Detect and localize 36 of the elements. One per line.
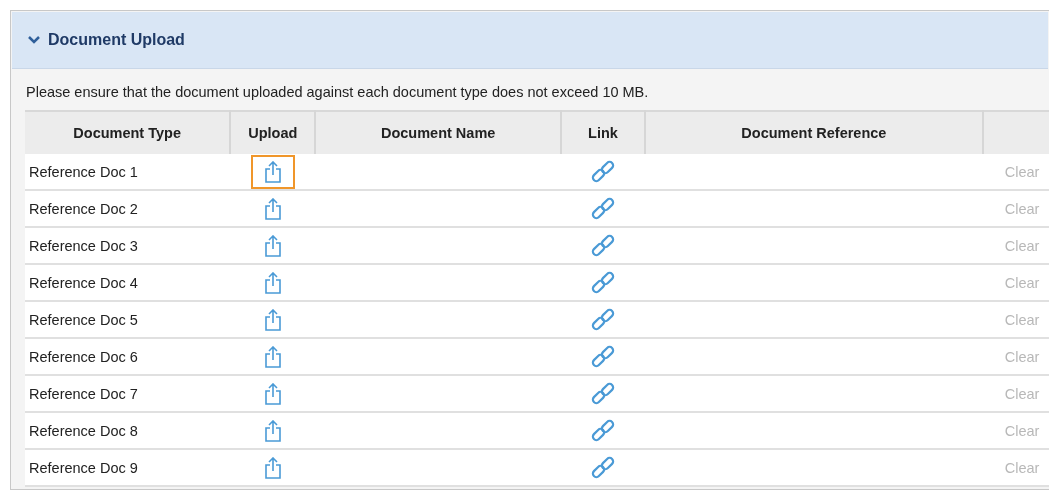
upload-icon	[263, 197, 282, 220]
table-cell: Reference Doc 5	[25, 301, 231, 338]
link-icon[interactable]	[590, 381, 616, 406]
upload-icon	[263, 160, 282, 183]
upload-icon	[263, 382, 282, 405]
link-icon[interactable]	[590, 233, 616, 258]
upload-icon	[263, 271, 282, 294]
table-cell: Reference Doc 2	[25, 190, 231, 227]
column-header: Link	[561, 111, 645, 154]
upload-icon	[263, 456, 282, 479]
upload-icon	[263, 419, 282, 442]
upload-icon	[263, 308, 282, 331]
column-header: Document Reference	[645, 111, 983, 154]
size-limit-note: Please ensure that the document uploaded against each document type does not exceed 10 MB.	[25, 83, 650, 102]
upload-icon	[263, 234, 282, 257]
section-title[interactable]: Document Upload	[48, 31, 185, 49]
upload-button[interactable]	[250, 154, 295, 189]
table-cell: Reference Doc 1	[25, 154, 231, 190]
link-icon[interactable]	[590, 270, 616, 295]
table-cell: Reference Doc 8	[25, 412, 231, 449]
link-icon[interactable]	[590, 159, 616, 184]
column-header: Document Type	[25, 111, 231, 154]
column-header: Upload	[230, 111, 316, 154]
link-icon[interactable]	[590, 307, 616, 332]
table-cell: Reference Doc 4	[25, 264, 231, 301]
link-icon[interactable]	[590, 418, 616, 443]
table-cell: Reference Doc 6	[25, 338, 231, 375]
table-cell: Reference Doc 3	[25, 227, 231, 264]
column-header: Document Name	[315, 111, 562, 154]
table-cell: Reference Doc 7	[25, 375, 231, 412]
upload-icon	[263, 345, 282, 368]
link-icon[interactable]	[590, 455, 616, 480]
link-icon[interactable]	[590, 344, 616, 369]
table-cell: Reference Doc 9	[25, 449, 231, 486]
link-icon[interactable]	[590, 196, 616, 221]
chevron-down-icon[interactable]	[28, 36, 40, 44]
